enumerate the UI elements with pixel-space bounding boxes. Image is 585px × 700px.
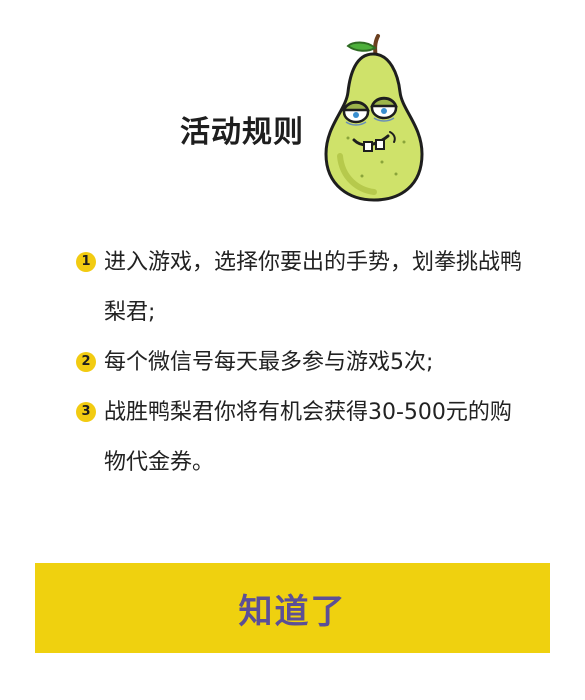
rule-text: 每个微信号每天最多参与游戏5次;	[104, 350, 434, 375]
rule-item: 3 战胜鸭梨君你将有机会获得30-500元的购物代金券。	[76, 388, 526, 488]
rules-list: 1 进入游戏，选择你要出的手势，划拳挑战鸭梨君; 2 每个微信号每天最多参与游戏…	[76, 238, 526, 488]
rule-item: 1 进入游戏，选择你要出的手势，划拳挑战鸭梨君;	[76, 238, 526, 338]
rule-text: 战胜鸭梨君你将有机会获得30-500元的购物代金券。	[104, 400, 512, 475]
rule-number-badge: 1	[76, 252, 96, 272]
pear-mascot-icon	[324, 34, 424, 202]
rule-number-badge: 3	[76, 402, 96, 422]
confirm-button[interactable]: 知道了	[35, 563, 550, 653]
rule-item: 2 每个微信号每天最多参与游戏5次;	[76, 338, 526, 388]
page-title: 活动规则	[180, 115, 304, 150]
rule-text: 进入游戏，选择你要出的手势，划拳挑战鸭梨君;	[104, 250, 523, 325]
rule-number-badge: 2	[76, 352, 96, 372]
